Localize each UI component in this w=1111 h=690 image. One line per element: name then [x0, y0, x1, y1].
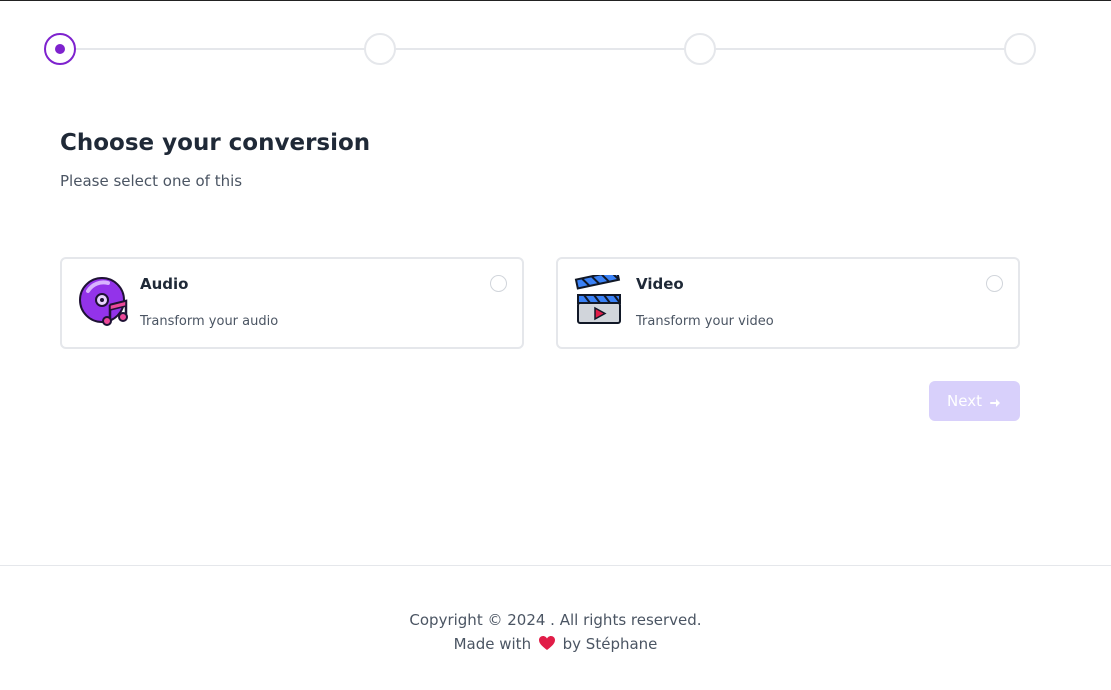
clapperboard-icon — [574, 269, 626, 327]
footer-made-with: Made with — [453, 635, 532, 653]
audio-disc-icon — [78, 275, 130, 327]
arrow-right-icon — [989, 395, 1002, 407]
step-2[interactable] — [364, 33, 396, 65]
option-title: Video — [636, 275, 684, 293]
progress-stepper — [44, 33, 1036, 65]
next-button[interactable]: Next — [929, 381, 1020, 421]
option-card-video[interactable]: Video Transform your video — [556, 257, 1020, 349]
page-subtitle: Please select one of this — [60, 172, 243, 190]
option-radio-audio[interactable] — [490, 275, 507, 292]
step-active-dot — [55, 44, 65, 54]
footer-divider — [0, 565, 1111, 566]
page-title: Choose your conversion — [60, 130, 371, 156]
heart-icon — [538, 634, 556, 650]
next-button-label: Next — [947, 392, 982, 410]
step-3[interactable] — [684, 33, 716, 65]
step-4[interactable] — [1004, 33, 1036, 65]
option-description: Transform your audio — [140, 314, 279, 329]
footer-copyright: Copyright © 2024 . All rights reserved. — [409, 611, 702, 629]
footer: Copyright © 2024 . All rights reserved. … — [0, 608, 1111, 656]
window-top-border — [0, 0, 1111, 1]
footer-credits: Made with by Stéphane — [0, 632, 1111, 656]
option-radio-video[interactable] — [986, 275, 1003, 292]
step-1[interactable] — [44, 33, 76, 65]
option-title: Audio — [140, 275, 189, 293]
option-card-audio[interactable]: Audio Transform your audio — [60, 257, 524, 349]
footer-author: by Stéphane — [562, 635, 658, 653]
option-description: Transform your video — [636, 314, 774, 329]
stepper-track — [60, 48, 1020, 50]
